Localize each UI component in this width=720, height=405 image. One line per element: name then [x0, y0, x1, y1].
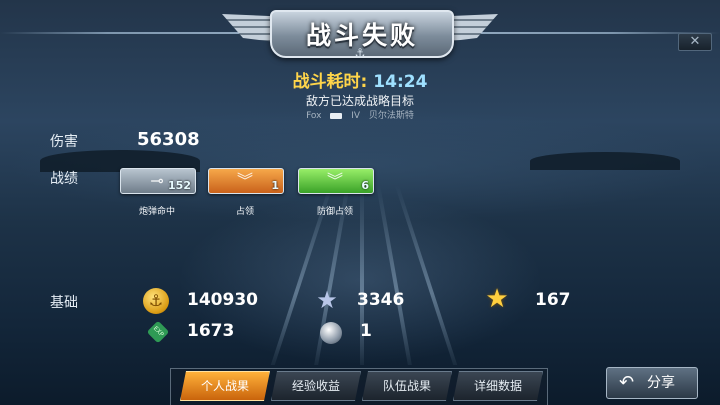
medal-count: 1 [271, 179, 279, 192]
achievements-label: 战绩 [50, 171, 78, 187]
exp-value: 1673 [187, 321, 235, 341]
medal-capture[interactable]: ︾ 1 [208, 168, 284, 194]
medal-caption: 炮弹命中 [138, 207, 175, 217]
medal-count: 6 [361, 179, 369, 192]
silver-star-value: 3346 [357, 290, 405, 310]
ship-name: 贝尔法斯特 [368, 111, 414, 121]
share-arrow-icon: ↶ [619, 372, 635, 393]
ship-tier: IV [351, 111, 361, 121]
tab-exp-earnings[interactable]: 经验收益 [271, 371, 361, 401]
anchor-icon: ⚓ [354, 46, 366, 60]
battle-time: 战斗耗时: 14:24 [0, 67, 720, 92]
chevron-icon: ︾ [326, 171, 343, 190]
coin-value: 140930 [187, 290, 258, 310]
result-badge: 战斗失败 ⚓ [222, 6, 498, 60]
tab-personal-results[interactable]: 个人战果 [180, 371, 270, 401]
coin-icon: ⚓ [143, 288, 169, 314]
flag-icon [330, 112, 343, 119]
medal-caption: 防御占领 [316, 207, 353, 217]
tab-detailed-data[interactable]: 详细数据 [453, 371, 543, 401]
medal-shell-hits[interactable]: ⊸ 152 [120, 168, 196, 194]
base-label: 基础 [50, 295, 78, 311]
gold-star-value: 167 [535, 290, 571, 310]
tab-team-results[interactable]: 队伍战果 [362, 371, 452, 401]
orb-icon [320, 322, 342, 344]
damage-value: 56308 [137, 129, 200, 150]
battle-time-value: 14:24 [373, 72, 428, 92]
silver-star-icon: ★ [316, 286, 338, 314]
gold-star-icon: ★ [485, 284, 509, 314]
chevron-icon: ︾ [236, 171, 253, 190]
defeat-message: 敌方已达成战略目标 [305, 94, 414, 108]
medal-defend-capture[interactable]: ︾ 6 [298, 168, 374, 194]
share-label: 分享 [647, 375, 675, 391]
close-button[interactable]: ✕ [678, 33, 712, 51]
damage-label: 伤害 [50, 134, 78, 150]
commander-name: Fox [306, 111, 322, 121]
medal-count: 152 [168, 179, 191, 192]
orb-value: 1 [360, 321, 372, 341]
medal-caption: 占领 [235, 207, 254, 217]
island-silhouette [530, 152, 680, 170]
player-info: Fox IV 贝尔法斯特 [0, 108, 720, 121]
share-button[interactable]: ↶ 分享 [606, 367, 698, 399]
battle-time-label: 战斗耗时: [292, 72, 368, 92]
